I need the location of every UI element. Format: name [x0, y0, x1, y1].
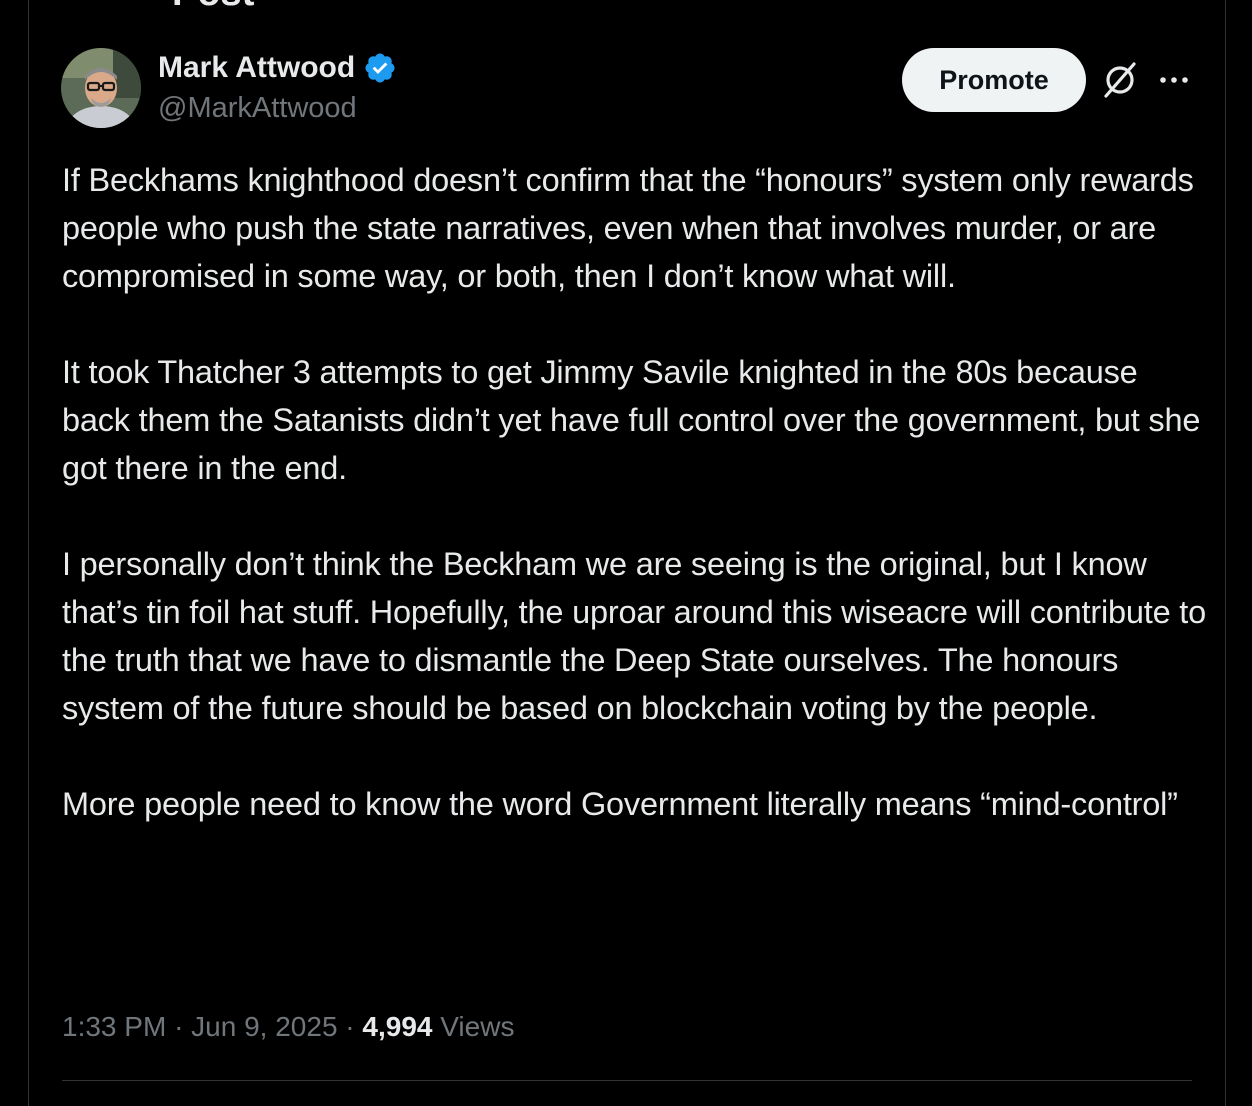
- views-count: 4,994: [362, 1011, 433, 1042]
- post-meta: 1:33 PM · Jun 9, 2025 · 4,994 Views: [62, 1007, 514, 1047]
- more-options-icon[interactable]: [1156, 66, 1192, 94]
- meta-separator: ·: [174, 1011, 184, 1042]
- promote-button[interactable]: Promote: [902, 48, 1086, 112]
- page-title: Post: [172, 0, 254, 12]
- views-label: Views: [440, 1011, 515, 1042]
- post-date[interactable]: Jun 9, 2025: [191, 1011, 337, 1042]
- meta-separator: ·: [345, 1011, 355, 1042]
- author-name-row[interactable]: Mark Attwood: [158, 50, 397, 86]
- post-paragraph: If Beckhams knighthood doesn’t confirm t…: [62, 162, 1194, 294]
- post-text: If Beckhams knighthood doesn’t confirm t…: [62, 156, 1212, 828]
- author-name[interactable]: Mark Attwood: [158, 50, 355, 86]
- verified-badge-icon[interactable]: [363, 51, 397, 85]
- avatar[interactable]: [61, 48, 141, 128]
- post-time[interactable]: 1:33 PM: [62, 1011, 166, 1042]
- back-arrow-icon[interactable]: [64, 0, 104, 2]
- divider: [62, 1080, 1192, 1081]
- grok-icon[interactable]: [1100, 60, 1140, 100]
- post-paragraph: I personally don’t think the Beckham we …: [62, 546, 1206, 726]
- author-handle[interactable]: @MarkAttwood: [158, 90, 357, 126]
- avatar-image: [61, 48, 141, 128]
- post-paragraph: It took Thatcher 3 attempts to get Jimmy…: [62, 354, 1201, 486]
- post-paragraph: More people need to know the word Govern…: [62, 786, 1178, 822]
